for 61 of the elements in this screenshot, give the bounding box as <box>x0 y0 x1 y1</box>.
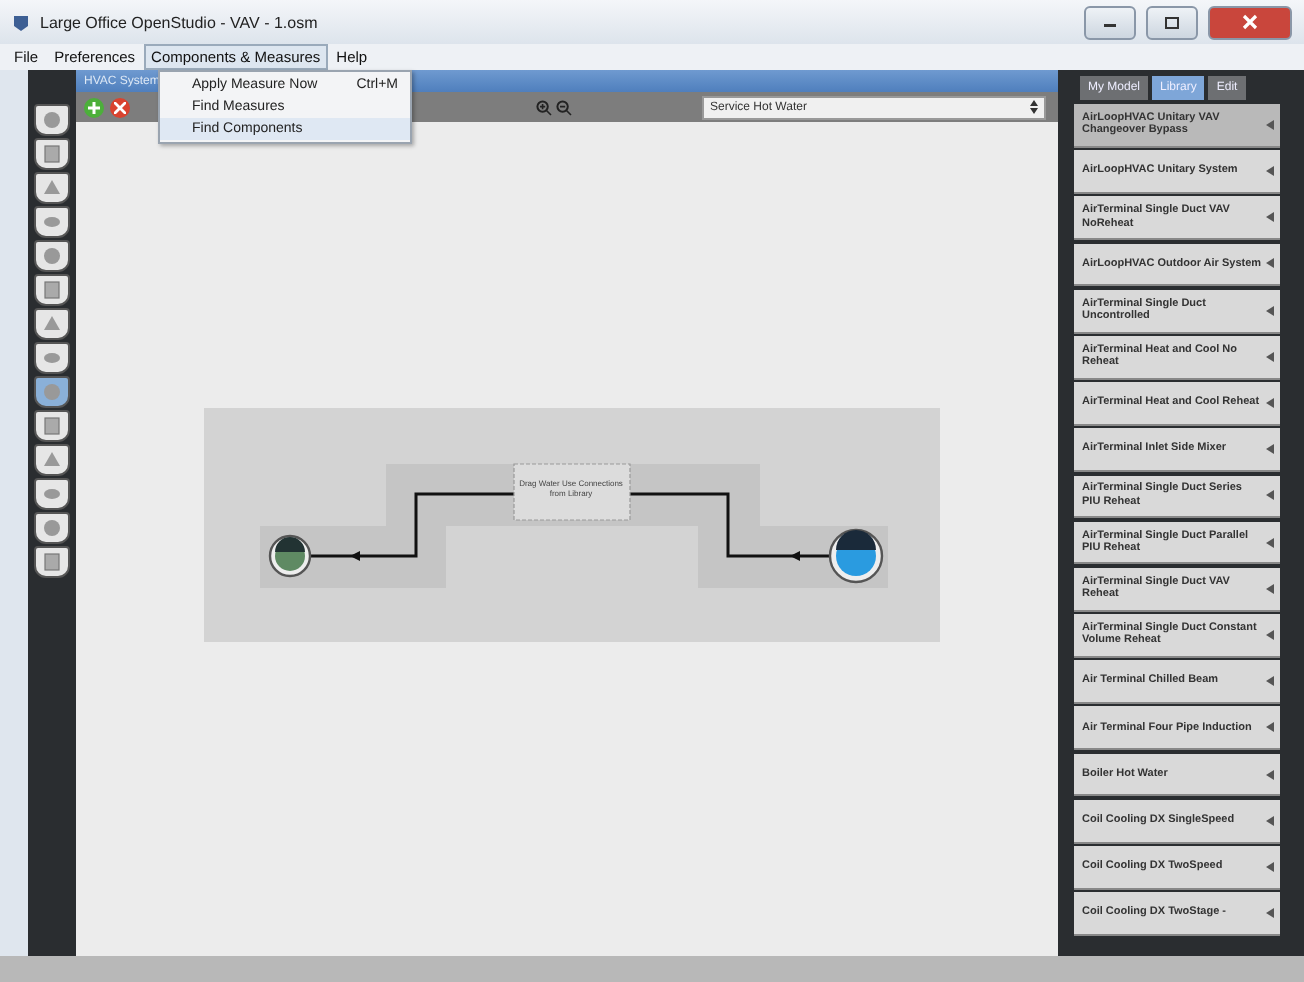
minimize-button[interactable] <box>1084 5 1136 39</box>
side-tab[interactable] <box>34 546 70 578</box>
side-tab[interactable] <box>34 274 70 306</box>
side-tab[interactable] <box>34 240 70 272</box>
expand-arrow-icon <box>1266 583 1274 594</box>
expand-arrow-icon <box>1266 305 1274 316</box>
side-tab[interactable] <box>34 206 70 238</box>
zoom-out-icon[interactable] <box>556 99 572 115</box>
expand-arrow-icon <box>1266 676 1274 687</box>
close-icon <box>1242 14 1258 30</box>
remove-button[interactable] <box>110 97 130 117</box>
expand-arrow-icon <box>1266 769 1274 780</box>
document-icon <box>42 416 62 436</box>
side-tab[interactable] <box>34 104 70 136</box>
expand-arrow-icon <box>1266 119 1274 130</box>
side-tab[interactable] <box>34 410 70 442</box>
expand-arrow-icon <box>1266 537 1274 548</box>
ellipse-icon <box>42 484 62 504</box>
maximize-button[interactable] <box>1146 5 1198 39</box>
ellipse-icon <box>42 348 62 368</box>
document-icon <box>42 280 62 300</box>
close-button[interactable] <box>1208 5 1292 39</box>
expand-arrow-icon <box>1266 629 1274 640</box>
expand-arrow-icon <box>1266 212 1274 223</box>
side-tab[interactable] <box>34 308 70 340</box>
expand-arrow-icon <box>1266 166 1274 177</box>
expand-arrow-icon <box>1266 722 1274 733</box>
triangle-icon <box>42 450 62 470</box>
window-title: Large Office OpenStudio - VAV - 1.osm <box>40 13 320 31</box>
side-tab[interactable] <box>34 138 70 170</box>
circle-icon <box>42 382 62 402</box>
ellipse-icon <box>42 212 62 232</box>
expand-arrow-icon <box>1266 258 1274 269</box>
zoom-in-icon[interactable] <box>536 99 552 115</box>
expand-arrow-icon <box>1266 351 1274 362</box>
spinner-arrows-icon <box>1030 100 1038 114</box>
maximize-icon <box>1164 15 1180 29</box>
side-tab[interactable] <box>34 376 70 408</box>
expand-arrow-icon <box>1266 815 1274 826</box>
side-tab[interactable] <box>34 478 70 510</box>
water-supply-icon[interactable] <box>827 528 883 584</box>
side-tab[interactable] <box>34 342 70 374</box>
side-tab[interactable] <box>34 172 70 204</box>
document-icon <box>42 552 62 572</box>
expand-arrow-icon <box>1266 861 1274 872</box>
expand-arrow-icon <box>1266 490 1274 501</box>
triangle-icon <box>42 314 62 334</box>
side-tab[interactable] <box>34 444 70 476</box>
water-outlet-icon[interactable] <box>267 534 311 578</box>
circle-icon <box>42 110 62 130</box>
add-button[interactable] <box>84 97 104 117</box>
app-logo-icon <box>12 13 30 31</box>
circle-icon <box>42 246 62 266</box>
triangle-icon <box>42 178 62 198</box>
expand-arrow-icon <box>1266 444 1274 455</box>
expand-arrow-icon <box>1266 398 1274 409</box>
expand-arrow-icon <box>1266 908 1274 919</box>
drop-zone[interactable] <box>512 463 630 521</box>
document-icon <box>42 144 62 164</box>
circle-icon <box>42 518 62 538</box>
side-tab[interactable] <box>34 512 70 544</box>
